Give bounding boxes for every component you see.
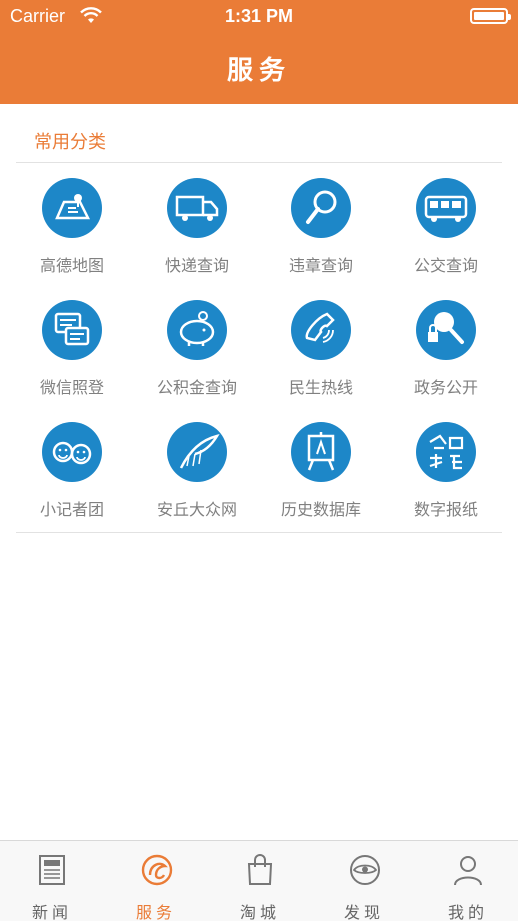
piggy-bank-icon: [167, 300, 227, 360]
tab-shop[interactable]: 淘城: [208, 841, 312, 922]
newspaper-icon: [39, 855, 65, 885]
kids-faces-icon: [42, 422, 102, 482]
service-item-housing-fund[interactable]: 公积金查询: [135, 298, 259, 408]
clock: 1:31 PM: [224, 6, 294, 26]
service-icon: [141, 854, 173, 886]
service-label: 历史数据库: [280, 500, 361, 519]
calligraphy-icon: [416, 422, 476, 482]
bus-icon: [416, 178, 476, 238]
chat-bubbles-icon: [42, 300, 102, 360]
tab-discover[interactable]: 发现: [312, 841, 416, 922]
service-label: 民生热线: [288, 378, 353, 397]
service-label: 数字报纸: [413, 500, 478, 519]
tab-label: 服务: [135, 903, 176, 922]
tab-service[interactable]: 服务: [104, 841, 208, 922]
delivery-truck-icon: [167, 178, 227, 238]
grid-divider: [16, 532, 502, 533]
service-item-history-db[interactable]: 历史数据库: [259, 420, 383, 530]
phone-icon: [291, 300, 351, 360]
service-item-government[interactable]: 政务公开: [384, 298, 508, 408]
magnifier-icon: [291, 178, 351, 238]
service-item-wechat[interactable]: 微信照登: [10, 298, 134, 408]
service-label: 安丘大众网: [156, 500, 237, 519]
service-item-reporters[interactable]: 小记者团: [10, 420, 134, 530]
battery-icon: [470, 8, 511, 24]
feather-logo-icon: [167, 422, 227, 482]
section-title: 常用分类: [34, 132, 106, 153]
service-label: 违章查询: [288, 256, 353, 275]
service-item-express[interactable]: 快递查询: [135, 176, 259, 286]
tab-label: 发现: [343, 903, 384, 922]
service-item-violation[interactable]: 违章查询: [259, 176, 383, 286]
shopping-bag-icon: [247, 854, 273, 885]
tab-news[interactable]: 新闻: [0, 841, 104, 922]
top-header: Carrier 1:31 PM 服务: [0, 0, 518, 104]
page-title: 服务: [226, 56, 291, 86]
service-item-anqiu-portal[interactable]: 安丘大众网: [135, 420, 259, 530]
tab-me[interactable]: 我的: [416, 841, 518, 922]
service-label: 小记者团: [39, 500, 104, 519]
service-label: 公积金查询: [156, 378, 237, 397]
map-icon: [42, 178, 102, 238]
tab-bar: 新闻 服务 淘城 发现 我的: [0, 840, 518, 922]
service-label: 政务公开: [413, 378, 478, 397]
tab-label: 新闻: [31, 903, 72, 922]
eye-icon: [350, 855, 380, 885]
section-divider: [16, 162, 502, 163]
service-item-hotline[interactable]: 民生热线: [259, 298, 383, 408]
easel-icon: [291, 422, 351, 482]
tab-label: 淘城: [239, 903, 280, 922]
search-lock-icon: [416, 300, 476, 360]
service-label: 快递查询: [164, 256, 229, 275]
status-bar: Carrier 1:31 PM: [0, 0, 518, 34]
service-item-bus[interactable]: 公交查询: [384, 176, 508, 286]
service-item-digital-paper[interactable]: 数字报纸: [384, 420, 508, 530]
user-icon: [454, 856, 482, 886]
service-label: 高德地图: [39, 256, 104, 275]
service-label: 微信照登: [39, 378, 104, 397]
service-label: 公交查询: [413, 256, 478, 275]
service-item-gaode-map[interactable]: 高德地图: [10, 176, 134, 286]
tab-label: 我的: [447, 903, 488, 922]
